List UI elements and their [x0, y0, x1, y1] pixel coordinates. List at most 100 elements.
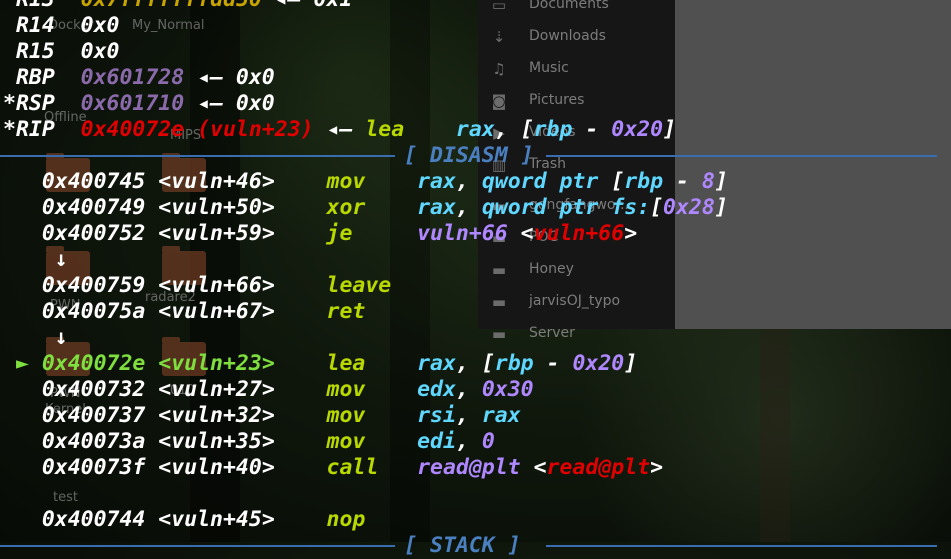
disasm-header: [ DISASM ] [0, 143, 951, 169]
operand-token: , [ [455, 351, 495, 376]
register-row: R15 0x0 [3, 39, 951, 65]
register-row: *RSP 0x601710 ◂— 0x0 [3, 91, 951, 117]
instruction-symbol: <vuln+67> [158, 299, 275, 324]
operand-token: - [572, 117, 612, 142]
instruction-symbol: <vuln+35> [158, 429, 275, 454]
operand-token: > [650, 455, 664, 480]
instruction-symbol: <vuln+40> [158, 455, 275, 480]
operand-token: 0x30 [481, 377, 534, 402]
register-row: R13 0x7fffffffdd50 ◂— 0x1 [3, 0, 951, 13]
instruction-mnemonic: mov [326, 377, 366, 402]
jump-arrow-row: ↓ [3, 325, 951, 351]
operand-token: qword ptr fs: [481, 195, 651, 220]
register-value: 0x40072e [80, 117, 185, 142]
deref-arrow: ◂— [197, 91, 223, 116]
instruction-symbol: <vuln+66> [158, 273, 275, 298]
deref-value: 0x0 [235, 65, 275, 90]
separator-line [0, 545, 396, 547]
operand-token: rax [417, 195, 456, 220]
instruction-address: 0x400737 [41, 403, 146, 428]
operand-token: < [520, 455, 547, 480]
operand-token: , [455, 429, 482, 454]
operand-token: > [624, 221, 638, 246]
instruction-row: 0x40073f <vuln+40> call read@plt <read@plt> [3, 455, 951, 481]
operands: read@plt <read@plt> [417, 455, 663, 481]
register-row-rip: *RIP 0x40072e (vuln+23) ◂— lea rax, [rbp - 0x… [3, 117, 951, 143]
instruction-address: 0x400752 [41, 221, 146, 246]
operand-token: rbp [494, 351, 534, 376]
operand-token: , [455, 403, 482, 428]
deref-arrow: ◂— [326, 117, 353, 142]
operand-token: , [ [494, 117, 534, 142]
instruction-row: 0x40073a <vuln+35> mov edi, 0 [3, 429, 951, 455]
register-value: 0x0 [80, 13, 120, 38]
instruction-address: 0x40075a [41, 299, 146, 324]
instruction-mnemonic: je [326, 221, 353, 246]
operand-token: rbp [624, 169, 664, 194]
operand-token: vuln+66 [533, 221, 625, 246]
deref-value: 0x0 [235, 91, 275, 116]
operand-token: read@plt [417, 455, 521, 480]
operand-token: [ [611, 169, 625, 194]
register-value: 0x0 [80, 39, 120, 64]
rip-symbol: (vuln+23) [197, 117, 314, 142]
instruction-row: 0x400752 <vuln+59> je vuln+66 <vuln+66> [3, 221, 951, 247]
operands: rax, qword ptr fs:[0x28] [417, 195, 728, 221]
instruction-address: 0x40072e [41, 351, 146, 376]
current-instruction-marker-icon: ► [15, 351, 29, 376]
stack-header: [ STACK ] [0, 533, 951, 559]
operand-token: vuln+66 [417, 221, 508, 246]
separator-line [0, 155, 396, 157]
operand-token: rax [481, 403, 521, 428]
operand-token: rax [455, 117, 495, 142]
instruction-row: 0x400744 <vuln+45> nop [3, 507, 951, 533]
instruction-mnemonic: call [326, 455, 379, 480]
jump-arrow-icon: ↓ [54, 247, 68, 272]
register-name: R13 [16, 0, 55, 13]
register-name: RBP [15, 65, 55, 90]
instruction-symbol: <vuln+50> [158, 195, 275, 220]
terminal[interactable]: R13 0x7fffffffdd50 ◂— 0x1 R14 0x0 R15 0x0 RBP 0x6… [0, 0, 951, 558]
instruction-row: 0x400737 <vuln+32> mov rsi, rax [3, 403, 951, 429]
instruction-mnemonic: leave [326, 273, 392, 298]
operand-token: - [663, 169, 702, 194]
operand-token: ] [624, 351, 638, 376]
instruction-symbol: <vuln+45> [158, 507, 275, 532]
operand-token: , [455, 377, 482, 402]
section-title: [ STACK ] [404, 533, 521, 558]
operand-token: [ [650, 195, 664, 220]
operand-token: ] [663, 117, 676, 142]
operand-token: qword ptr [481, 169, 612, 194]
instruction-mnemonic: mov [326, 169, 366, 194]
register-name: *RSP [3, 91, 55, 116]
operand-token: < [507, 221, 534, 246]
operands: rsi, rax [417, 403, 521, 429]
operands: edi, 0 [417, 429, 495, 455]
instruction-row: 0x400759 <vuln+66> leave [3, 273, 951, 299]
instruction-mnemonic: mov [326, 429, 366, 454]
operand-token: , [455, 195, 482, 220]
operand-token: 8 [701, 169, 715, 194]
instruction-row: 0x40075a <vuln+67> ret [3, 299, 951, 325]
instruction-row: 0x400732 <vuln+27> mov edx, 0x30 [3, 377, 951, 403]
register-row: R14 0x0 [3, 13, 951, 39]
operand-token: , [455, 169, 482, 194]
instruction-address: 0x400745 [41, 169, 146, 194]
instruction-address: 0x400759 [41, 273, 146, 298]
instruction-symbol: <vuln+23> [158, 351, 275, 376]
instruction-row: 0x400749 <vuln+50> xor rax, qword ptr fs:[0… [3, 195, 951, 221]
instruction-address: 0x400732 [41, 377, 146, 402]
operand-token: rax [417, 351, 456, 376]
deref-value: 0x1 [314, 0, 353, 13]
operand-token: rax [417, 169, 456, 194]
jump-arrow-icon: ↓ [54, 325, 68, 350]
rip-mnemonic: lea [365, 117, 405, 142]
operand-token: 0 [481, 429, 495, 454]
operands: rax, qword ptr [rbp - 8] [417, 169, 728, 195]
operands: rax, [rbp - 0x20] [456, 117, 676, 143]
operand-token: rbp [533, 117, 573, 142]
deref-arrow: ◂— [275, 0, 301, 13]
operands: vuln+66 <vuln+66> [417, 221, 637, 247]
register-name: *RIP [3, 117, 55, 142]
register-row: RBP 0x601728 ◂— 0x0 [3, 65, 951, 91]
